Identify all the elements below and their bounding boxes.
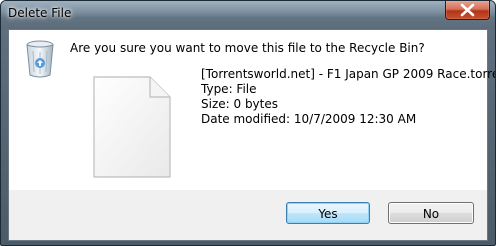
- confirm-question: Are you sure you want to move this file …: [70, 41, 425, 55]
- yes-button[interactable]: Yes: [286, 202, 370, 224]
- file-date-modified: Date modified: 10/7/2009 12:30 AM: [201, 112, 417, 126]
- dialog-body: Are you sure you want to move this file …: [8, 29, 495, 241]
- window-title: Delete File: [8, 6, 72, 20]
- file-size: Size: 0 bytes: [201, 97, 278, 111]
- file-type: Type: File: [201, 82, 257, 96]
- title-bar[interactable]: Delete File: [1, 1, 495, 29]
- delete-file-dialog: Delete File Are you sure you want to mov…: [0, 0, 496, 246]
- no-button[interactable]: No: [388, 202, 474, 224]
- recycle-bin-icon: [26, 40, 54, 78]
- file-name: [Torrentsworld.net] - F1 Japan GP 2009 R…: [201, 67, 496, 81]
- file-details: [Torrentsworld.net] - F1 Japan GP 2009 R…: [201, 67, 496, 127]
- close-icon: [460, 3, 475, 17]
- content-panel: Are you sure you want to move this file …: [9, 30, 495, 190]
- close-button[interactable]: [445, 1, 490, 20]
- blank-file-icon: [93, 76, 171, 178]
